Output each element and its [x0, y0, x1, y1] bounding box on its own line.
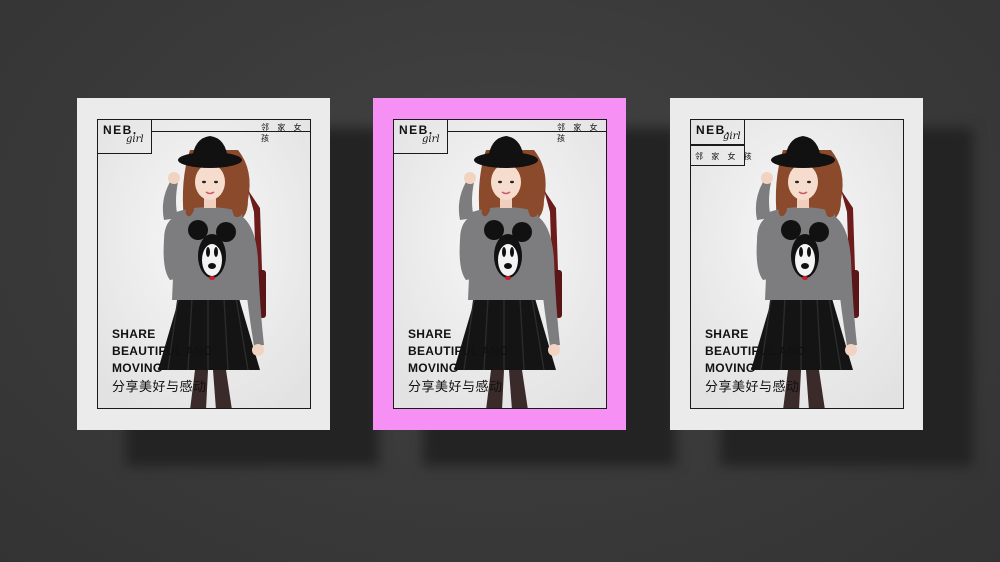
- headline-line-3: MOVING: [112, 361, 163, 375]
- headline-line-1: SHARE: [408, 327, 452, 341]
- headline-line-1: SHARE: [705, 327, 749, 341]
- poster-frame: NEB. girl 邻 家 女 孩 SHARE BEAUTIFUL AND MO…: [393, 119, 607, 409]
- poster-frame: NEB. girl 邻 家 女 孩 SHARE BEAUTIFUL AND MO…: [690, 119, 904, 409]
- poster-card-1: NEB. girl 邻 家 女 孩 SHARE BEAUTIFUL AND MO…: [77, 98, 330, 430]
- tagline-cn: 邻 家 女 孩: [557, 123, 601, 143]
- logo-script: girl: [126, 134, 144, 145]
- headline-line-2: BEAUTIFUL AND: [112, 344, 213, 358]
- poster-card-3: NEB. girl 邻 家 女 孩 SHARE BEAUTIFUL AND MO…: [670, 98, 923, 430]
- logo-box: NEB. girl: [98, 120, 152, 154]
- logo-script: girl: [422, 134, 440, 145]
- tagline-rule-top: [691, 145, 745, 146]
- logo-box: NEB. girl: [394, 120, 448, 154]
- tagline-cn: 邻 家 女 孩: [695, 152, 755, 161]
- logo-script: girl: [723, 131, 741, 142]
- tagline-rule-bottom: [691, 165, 745, 166]
- headline-block: SHARE BEAUTIFUL AND MOVING 分享美好与感动: [408, 326, 509, 396]
- headline-line-1: SHARE: [112, 327, 156, 341]
- headline-cn: 分享美好与感动: [705, 379, 800, 394]
- poster-frame: NEB. girl 邻 家 女 孩 SHARE BEAUTIFUL AND MO…: [97, 119, 311, 409]
- headline-cn: 分享美好与感动: [112, 379, 207, 394]
- headline-cn: 分享美好与感动: [408, 379, 503, 394]
- headline-line-2: BEAUTIFUL AND: [705, 344, 806, 358]
- headline-line-3: MOVING: [408, 361, 459, 375]
- headline-block: SHARE BEAUTIFUL AND MOVING 分享美好与感动: [705, 326, 806, 396]
- headline-block: SHARE BEAUTIFUL AND MOVING 分享美好与感动: [112, 326, 213, 396]
- headline-line-2: BEAUTIFUL AND: [408, 344, 509, 358]
- headline-line-3: MOVING: [705, 361, 756, 375]
- logo-box: NEB. girl: [691, 120, 745, 145]
- poster-card-2: NEB. girl 邻 家 女 孩 SHARE BEAUTIFUL AND MO…: [373, 98, 626, 430]
- tagline-cn: 邻 家 女 孩: [261, 123, 305, 143]
